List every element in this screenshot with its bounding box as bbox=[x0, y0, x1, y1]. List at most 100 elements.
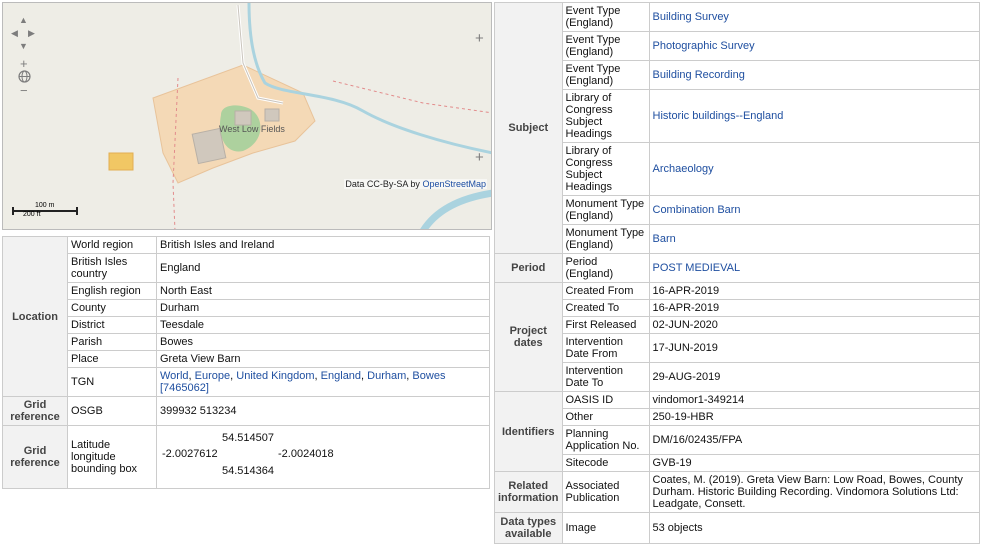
row-key: Latitude longitude bounding box bbox=[67, 425, 157, 489]
row-key: Monument Type (England) bbox=[561, 224, 650, 254]
bbox-south: 54.514364 bbox=[222, 465, 274, 477]
row-value: Combination Barn bbox=[648, 195, 980, 225]
subject-link[interactable]: Combination Barn bbox=[653, 204, 741, 216]
table-row: British Isles country England bbox=[3, 253, 490, 283]
table-row: First Released 02-JUN-2020 bbox=[495, 316, 980, 334]
row-value: Building Survey bbox=[648, 2, 980, 32]
row-key: Library of Congress Subject Headings bbox=[561, 142, 650, 196]
table-row: Grid reference OSGB 399932 513234 bbox=[2, 396, 490, 426]
layer-expand-icon[interactable]: + bbox=[475, 31, 484, 46]
tgn-link-world[interactable]: World bbox=[160, 370, 189, 382]
pan-down-icon[interactable]: ▼ bbox=[19, 40, 28, 53]
scale-feet: 200 ft bbox=[23, 211, 41, 218]
tgn-link-durham[interactable]: Durham bbox=[367, 370, 406, 382]
table-row: Period Period (England) POST MEDIEVAL bbox=[494, 253, 980, 283]
project-dates-header: Project dates bbox=[494, 282, 563, 392]
row-value: 02-JUN-2020 bbox=[648, 316, 980, 334]
tgn-id-link[interactable]: [7465062] bbox=[160, 382, 209, 394]
metadata-table: Subject Event Type (England) Building Su… bbox=[494, 2, 980, 544]
row-value: British Isles and Ireland bbox=[156, 236, 490, 254]
bbox-north: 54.514507 bbox=[222, 432, 274, 444]
row-key: Place bbox=[67, 350, 157, 368]
table-row: Planning Application No. DM/16/02435/FPA bbox=[495, 425, 980, 455]
building-shape bbox=[264, 108, 280, 122]
row-value: 250-19-HBR bbox=[648, 408, 980, 426]
tgn-link-europe[interactable]: Europe bbox=[195, 370, 230, 382]
row-key: OSGB bbox=[67, 396, 157, 426]
bbox-east: -2.0024018 bbox=[278, 448, 334, 460]
table-row: Event Type (England) Building Recording bbox=[495, 60, 980, 90]
row-value: vindomor1-349214 bbox=[648, 391, 980, 409]
row-value: Greta View Barn bbox=[156, 350, 490, 368]
table-row: Monument Type (England) Combination Barn bbox=[495, 195, 980, 225]
bounding-box: 54.514507 -2.0027612 -2.0024018 54.51436… bbox=[156, 425, 490, 489]
row-value: Barn bbox=[648, 224, 980, 254]
pan-left-icon[interactable]: ◀ bbox=[11, 27, 18, 40]
table-row: English region North East bbox=[3, 282, 490, 300]
row-value: 16-APR-2019 bbox=[648, 299, 980, 317]
map-canvas[interactable] bbox=[3, 3, 492, 230]
row-key: Event Type (England) bbox=[561, 31, 650, 61]
period-link[interactable]: POST MEDIEVAL bbox=[653, 262, 741, 274]
row-key: County bbox=[67, 299, 157, 317]
table-row: Intervention Date To 29-AUG-2019 bbox=[495, 362, 980, 392]
subject-link[interactable]: Photographic Survey bbox=[653, 40, 755, 52]
table-row: County Durham bbox=[3, 299, 490, 317]
table-row: Location World region British Isles and … bbox=[2, 236, 490, 397]
row-value: POST MEDIEVAL bbox=[648, 253, 980, 283]
table-row: Related information Associated Publicati… bbox=[494, 471, 980, 513]
row-key: Intervention Date To bbox=[561, 362, 650, 392]
row-value: Photographic Survey bbox=[648, 31, 980, 61]
table-row: Place Greta View Barn bbox=[3, 350, 490, 368]
table-row: Parish Bowes bbox=[3, 333, 490, 351]
subject-link[interactable]: Historic buildings--England bbox=[653, 110, 784, 122]
row-value: Bowes bbox=[156, 333, 490, 351]
row-key: Planning Application No. bbox=[561, 425, 650, 455]
scale-metres: 100 m bbox=[35, 202, 55, 209]
grid-reference-header: Grid reference bbox=[2, 425, 68, 489]
row-key: Created From bbox=[561, 282, 650, 300]
row-key: Library of Congress Subject Headings bbox=[561, 89, 650, 143]
related-information-header: Related information bbox=[494, 471, 563, 513]
zoom-out-icon[interactable]: − bbox=[20, 84, 28, 97]
tgn-link-england[interactable]: England bbox=[321, 370, 361, 382]
publication-citation: Coates, M. (2019). Greta View Barn: Low … bbox=[648, 471, 980, 513]
row-value: Teesdale bbox=[156, 316, 490, 334]
row-key: Associated Publication bbox=[561, 471, 650, 513]
row-value: Historic buildings--England bbox=[648, 89, 980, 143]
row-key: Created To bbox=[561, 299, 650, 317]
table-row: Monument Type (England) Barn bbox=[495, 224, 980, 254]
map-attribution: Data CC-By-SA by OpenStreetMap bbox=[344, 179, 487, 189]
table-row: District Teesdale bbox=[3, 316, 490, 334]
subject-link[interactable]: Archaeology bbox=[653, 163, 714, 175]
building-shape bbox=[234, 110, 252, 126]
table-row: Library of Congress Subject Headings Hist… bbox=[495, 89, 980, 143]
tgn-value: World, Europe, United Kingdom, England, … bbox=[156, 367, 490, 397]
row-value: 16-APR-2019 bbox=[648, 282, 980, 300]
location-header: Location bbox=[2, 236, 68, 397]
row-key: First Released bbox=[561, 316, 650, 334]
row-value: 29-AUG-2019 bbox=[648, 362, 980, 392]
pan-right-icon[interactable]: ▶ bbox=[28, 27, 35, 40]
subject-link[interactable]: Building Survey bbox=[653, 11, 729, 23]
bbox-west: -2.0027612 bbox=[162, 448, 218, 460]
row-key: District bbox=[67, 316, 157, 334]
tgn-link-bowes[interactable]: Bowes bbox=[412, 370, 445, 382]
subject-link[interactable]: Building Recording bbox=[653, 69, 745, 81]
table-row: Identifiers OASIS ID vindomor1-349214 bbox=[494, 391, 980, 472]
subject-link[interactable]: Barn bbox=[653, 233, 676, 245]
overview-expand-icon[interactable]: + bbox=[475, 150, 484, 165]
map-panel[interactable]: ▲ ◀ ▶ ▼ + − + + West Low Fields Data CC-… bbox=[2, 2, 492, 230]
subject-header: Subject bbox=[494, 2, 563, 254]
tgn-link-united-kingdom[interactable]: United Kingdom bbox=[236, 370, 314, 382]
row-key: Intervention Date From bbox=[561, 333, 650, 363]
table-row: Data types available Image 53 objects bbox=[494, 512, 980, 544]
place-label: West Low Fields bbox=[219, 124, 285, 134]
zoom-in-icon[interactable]: + bbox=[20, 57, 28, 70]
openstreetmap-link[interactable]: OpenStreetMap bbox=[422, 179, 486, 189]
row-value: 17-JUN-2019 bbox=[648, 333, 980, 363]
pan-up-icon[interactable]: ▲ bbox=[19, 14, 28, 27]
row-key: World region bbox=[67, 236, 157, 254]
row-key: English region bbox=[67, 282, 157, 300]
row-key: Image bbox=[561, 512, 650, 544]
